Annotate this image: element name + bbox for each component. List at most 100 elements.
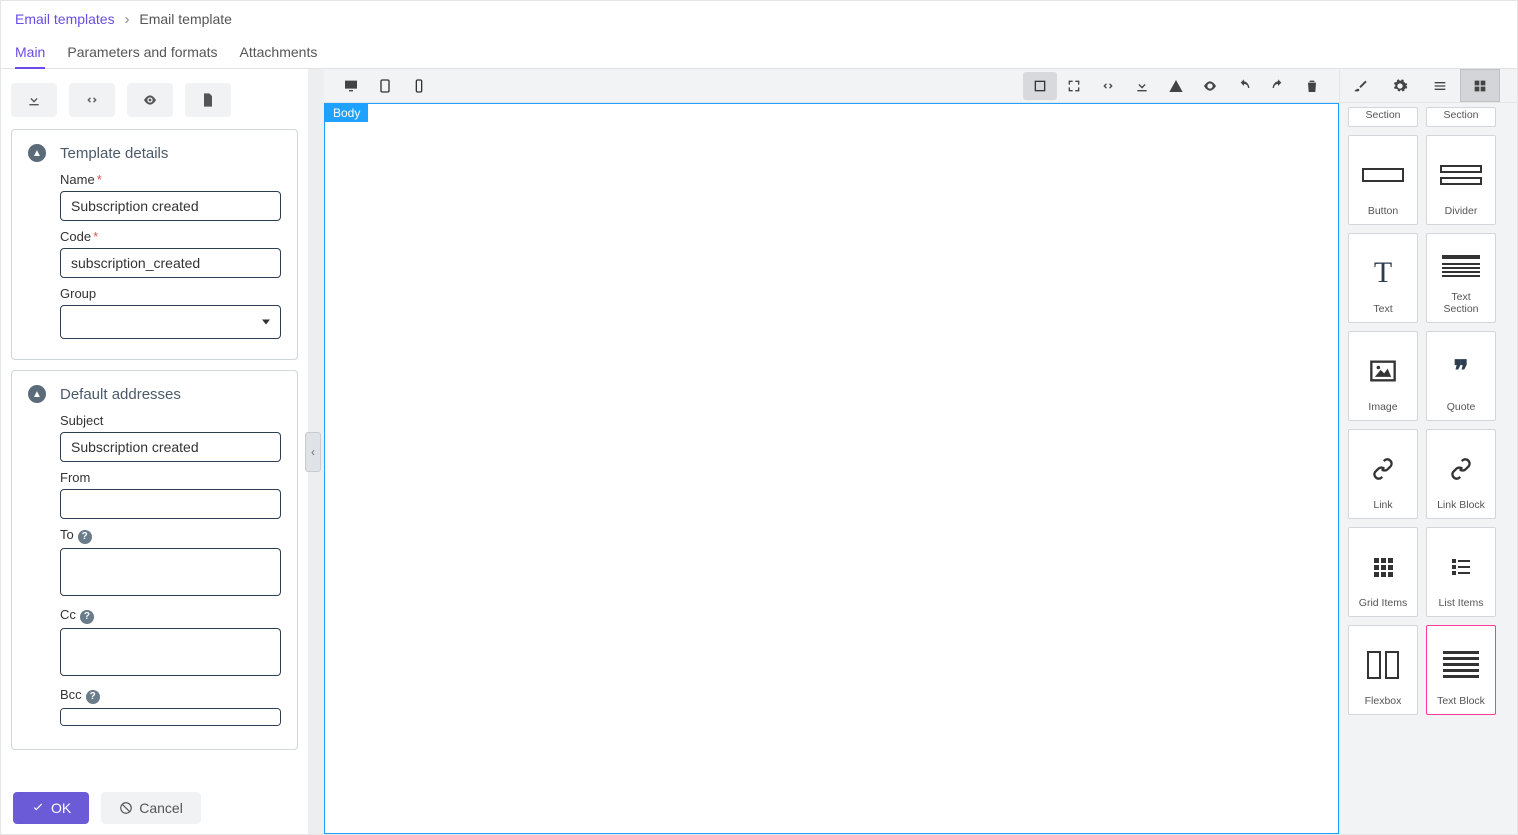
menu-icon: [1432, 78, 1448, 94]
caret-down-icon: [262, 320, 270, 325]
block-flexbox[interactable]: Flexbox: [1348, 625, 1418, 715]
canvas-wrapper: Body: [324, 103, 1339, 834]
link-icon: [1370, 456, 1396, 482]
group-select[interactable]: [60, 305, 281, 339]
block-image[interactable]: Image: [1348, 331, 1418, 421]
subject-label: Subject: [60, 413, 281, 428]
help-icon[interactable]: ?: [86, 690, 100, 704]
redo-icon: [1270, 78, 1286, 94]
tab-attachments[interactable]: Attachments: [240, 38, 318, 68]
help-icon[interactable]: ?: [80, 610, 94, 624]
clear-button[interactable]: [1295, 72, 1329, 100]
trash-icon: [1304, 78, 1320, 94]
right-panel-tabs: [1340, 69, 1517, 103]
block-button[interactable]: Button: [1348, 135, 1418, 225]
subject-input[interactable]: [60, 432, 281, 462]
preview-button[interactable]: [127, 83, 173, 117]
to-input[interactable]: [60, 548, 281, 596]
device-tablet-button[interactable]: [368, 72, 402, 100]
bcc-label: Bcc?: [60, 687, 281, 704]
settings-tab-button[interactable]: [1380, 69, 1420, 102]
code-label: Code*: [60, 229, 281, 244]
block-text-section[interactable]: Text Section: [1426, 233, 1496, 323]
expand-icon: [1066, 78, 1082, 94]
source-button[interactable]: [69, 83, 115, 117]
redo-button[interactable]: [1261, 72, 1295, 100]
tab-parameters-and-formats[interactable]: Parameters and formats: [67, 38, 217, 68]
undo-button[interactable]: [1227, 72, 1261, 100]
text-icon: T: [1374, 256, 1392, 290]
outline-toggle-button[interactable]: [1023, 72, 1057, 100]
code-input[interactable]: [60, 248, 281, 278]
block-list-items[interactable]: List Items: [1426, 527, 1496, 617]
breadcrumb: Email templates › Email template: [1, 1, 1517, 34]
cancel-icon: [119, 801, 133, 815]
text-block-icon: [1443, 651, 1479, 678]
help-icon[interactable]: ?: [78, 530, 92, 544]
styles-tab-button[interactable]: [1340, 69, 1380, 102]
editor-area: Body: [324, 69, 1339, 834]
cancel-button[interactable]: Cancel: [101, 792, 201, 824]
breadcrumb-parent-link[interactable]: Email templates: [15, 11, 115, 27]
grid-items-icon: [1371, 555, 1395, 579]
canvas-body-tag[interactable]: Body: [325, 104, 368, 122]
ok-button[interactable]: OK: [13, 792, 89, 824]
list-items-icon: [1449, 555, 1473, 579]
footer-actions: OK Cancel: [1, 782, 308, 834]
warning-icon: [1168, 78, 1184, 94]
eye-icon: [142, 92, 158, 108]
block-divider[interactable]: Divider: [1426, 135, 1496, 225]
document-button[interactable]: [185, 83, 231, 117]
block-text[interactable]: T Text: [1348, 233, 1418, 323]
download-button[interactable]: [11, 83, 57, 117]
template-details-card: ▲ Template details Name* Code* Group: [11, 129, 298, 360]
device-mobile-button[interactable]: [402, 72, 436, 100]
default-addresses-card: ▲ Default addresses Subject From To? Cc?: [11, 370, 298, 750]
square-icon: [1032, 78, 1048, 94]
file-icon: [200, 92, 216, 108]
name-label: Name*: [60, 172, 281, 187]
block-section[interactable]: Section: [1426, 107, 1496, 127]
right-panel: Section Section Button Divider T Text Te…: [1339, 69, 1517, 834]
tabs: Main Parameters and formats Attachments: [1, 34, 1517, 69]
collapse-toggle[interactable]: ▲: [28, 385, 46, 403]
collapse-toggle[interactable]: ▲: [28, 144, 46, 162]
text-section-icon: [1442, 255, 1480, 277]
fullscreen-button[interactable]: [1057, 72, 1091, 100]
block-section[interactable]: Section: [1348, 107, 1418, 127]
tablet-icon: [377, 78, 393, 94]
grid-icon: [1472, 78, 1488, 94]
preview-toggle-button[interactable]: [1193, 72, 1227, 100]
block-grid-items[interactable]: Grid Items: [1348, 527, 1418, 617]
bcc-input[interactable]: [60, 708, 281, 726]
block-text-block[interactable]: Text Block: [1426, 625, 1496, 715]
block-link-block[interactable]: Link Block: [1426, 429, 1496, 519]
warnings-button[interactable]: [1159, 72, 1193, 100]
import-button[interactable]: [1125, 72, 1159, 100]
mobile-icon: [411, 78, 427, 94]
tab-main[interactable]: Main: [15, 38, 45, 68]
breadcrumb-current: Email template: [139, 11, 232, 27]
from-input[interactable]: [60, 489, 281, 519]
panel-splitter[interactable]: ‹: [309, 69, 324, 834]
desktop-icon: [343, 78, 359, 94]
editor-canvas[interactable]: Body: [324, 103, 1339, 834]
blocks-palette: Section Section Button Divider T Text Te…: [1348, 107, 1509, 715]
name-input[interactable]: [60, 191, 281, 221]
layers-tab-button[interactable]: [1420, 69, 1460, 102]
cc-input[interactable]: [60, 628, 281, 676]
check-icon: [31, 801, 45, 815]
left-panel: ▲ Template details Name* Code* Group: [1, 69, 309, 834]
code-view-button[interactable]: [1091, 72, 1125, 100]
quote-icon: ❞: [1453, 354, 1468, 388]
device-desktop-button[interactable]: [334, 72, 368, 100]
undo-icon: [1236, 78, 1252, 94]
code-icon: [84, 92, 100, 108]
block-quote[interactable]: ❞ Quote: [1426, 331, 1496, 421]
collapse-left-handle[interactable]: ‹: [305, 432, 321, 472]
to-label: To?: [60, 527, 281, 544]
download-icon: [1134, 78, 1150, 94]
gear-icon: [1392, 78, 1408, 94]
block-link[interactable]: Link: [1348, 429, 1418, 519]
blocks-tab-button[interactable]: [1460, 69, 1500, 102]
